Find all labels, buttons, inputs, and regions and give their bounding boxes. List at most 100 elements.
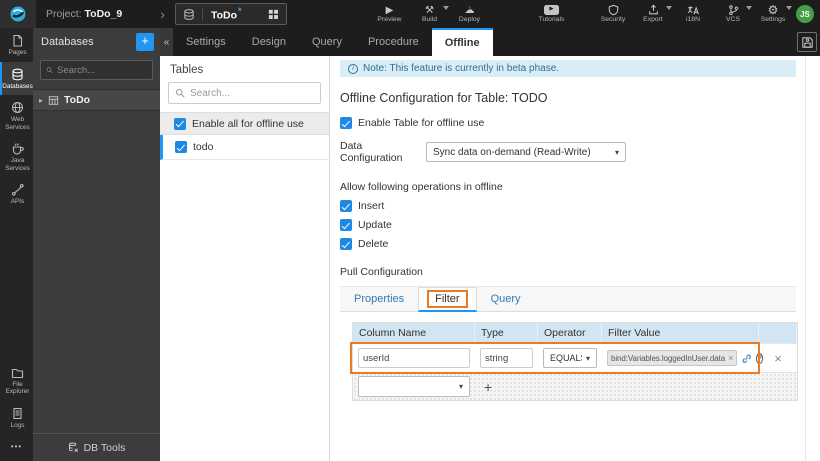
enable-all-checkbox[interactable] (174, 117, 186, 130)
sidebar-item-web-services[interactable]: Web Services (0, 95, 33, 136)
pages-document-icon (13, 34, 23, 47)
vcs-button[interactable]: VCS (718, 0, 752, 28)
tables-panel: Tables Enable all for offline use todo (160, 56, 330, 461)
sidebar-item-file-explorer[interactable]: File Explorer (0, 360, 33, 401)
modified-indicator: * (237, 6, 242, 17)
delete-row-button[interactable]: × (774, 351, 782, 366)
sidebar-more-button[interactable]: ••• (0, 434, 33, 461)
java-services-coffee-icon (12, 143, 24, 155)
operations-section-label: Allow following operations in offline (340, 181, 503, 193)
sidebar-item-logs[interactable]: Logs (0, 401, 33, 435)
search-icon (175, 88, 185, 98)
chevron-down-icon (442, 6, 449, 10)
header-actions (759, 323, 797, 343)
tab-query-pull[interactable]: Query (477, 287, 535, 311)
collapse-panel-button[interactable]: « (160, 28, 173, 56)
annotation-filter-tab: Filter (427, 290, 468, 308)
user-avatar[interactable]: JS (796, 5, 814, 23)
info-icon: i (348, 63, 358, 74)
tutorials-button[interactable]: ▶ Tutorials (537, 0, 567, 28)
pull-config-tabs: Properties Filter Query (340, 286, 796, 312)
tab-query[interactable]: Query (299, 28, 355, 56)
tab-settings[interactable]: Settings (173, 28, 239, 56)
bind-link-icon[interactable] (741, 353, 752, 364)
filter-value-chip[interactable]: bind:Variables.loggedInUser.data × (607, 350, 738, 366)
db-tools-button[interactable]: DB Tools (33, 433, 160, 461)
databases-icon (12, 68, 23, 80)
file-explorer-folder-icon (11, 368, 24, 378)
tab-design[interactable]: Design (239, 28, 299, 56)
app-grid-icon[interactable] (268, 9, 279, 20)
databases-search[interactable] (40, 60, 153, 80)
add-filter-button[interactable]: + (484, 379, 492, 395)
settings-button[interactable]: ⚙ Settings (758, 0, 792, 28)
tree-expand-caret-icon[interactable]: ▸ (39, 96, 43, 105)
insert-operation-row: Insert (340, 200, 796, 212)
pull-configuration-label: Pull Configuration (340, 266, 423, 278)
operator-select[interactable]: EQUALS ▾ (543, 348, 597, 368)
i18n-button[interactable]: i18N (678, 0, 708, 28)
tab-offline[interactable]: Offline (431, 28, 493, 56)
preview-play-icon: ▶ (385, 4, 394, 16)
filter-table-header: Column Name Type Operator Filter Value (353, 323, 797, 343)
databases-panel-title: Databases (41, 36, 94, 48)
table-icon (48, 95, 59, 105)
update-checkbox[interactable] (340, 219, 352, 231)
app-selector[interactable]: ToDo* (174, 3, 287, 25)
sidebar-item-databases[interactable]: Databases (0, 61, 33, 95)
export-button[interactable]: Export (638, 0, 672, 28)
tab-properties[interactable]: Properties (340, 287, 418, 311)
editor-tab-bar: « Settings Design Query Procedure Offlin… (160, 28, 820, 56)
column-name-input[interactable] (358, 348, 470, 368)
chip-remove-icon[interactable]: × (728, 353, 733, 363)
left-icon-sidebar: Pages Databases Web Services Java Servic… (0, 28, 33, 461)
add-database-button[interactable]: + (136, 33, 154, 51)
offline-config-main: i Note: This feature is currently in bet… (330, 56, 820, 461)
type-input[interactable] (480, 348, 533, 368)
tables-search[interactable] (168, 82, 321, 104)
delete-checkbox[interactable] (340, 238, 352, 250)
web-services-globe-icon (12, 102, 23, 113)
app-logo[interactable] (0, 0, 36, 28)
enable-table-checkbox[interactable] (340, 117, 352, 129)
sidebar-item-pages[interactable]: Pages (0, 28, 33, 62)
beta-note-banner: i Note: This feature is currently in bet… (340, 60, 796, 77)
chevron-down-icon: ▾ (458, 382, 463, 391)
filter-add-row: ▾ + (353, 372, 797, 400)
page-title: Offline Configuration for Table: TODO (340, 91, 548, 105)
save-floppy-icon (801, 36, 813, 48)
todo-table-checkbox[interactable] (175, 141, 187, 153)
data-configuration-label: Data Configuration (340, 140, 403, 164)
add-column-select[interactable]: ▾ (358, 376, 470, 397)
table-row-todo[interactable]: todo (160, 135, 329, 160)
sidebar-item-apis[interactable]: APIs (0, 177, 33, 211)
project-label: Project: ToDo_9 (46, 8, 123, 20)
database-icon (183, 7, 203, 21)
tab-filter[interactable]: Filter (418, 287, 477, 312)
export-icon (648, 4, 659, 16)
header-column-name: Column Name (353, 323, 475, 343)
data-configuration-row: Data Configuration Sync data on-demand (… (340, 140, 796, 164)
tables-panel-title: Tables (170, 64, 204, 76)
enable-all-offline-row[interactable]: Enable all for offline use (160, 112, 329, 135)
insert-checkbox[interactable] (340, 200, 352, 212)
tab-procedure[interactable]: Procedure (355, 28, 432, 56)
security-button[interactable]: Security (598, 0, 628, 28)
databases-search-input[interactable] (57, 64, 147, 76)
wavemaker-logo-icon (10, 6, 26, 22)
build-button[interactable]: ⚒ Build (415, 0, 449, 28)
deploy-button[interactable]: ☁ ↑ Deploy (455, 0, 485, 28)
tutorials-video-icon: ▶ (544, 4, 559, 16)
preview-button[interactable]: ▶ Preview (375, 0, 405, 28)
save-button[interactable] (797, 32, 817, 52)
tables-search-input[interactable] (190, 87, 300, 99)
update-operation-row: Update (340, 219, 796, 231)
chevron-down-icon (666, 6, 672, 10)
sidebar-item-java-services[interactable]: Java Services (0, 136, 33, 177)
search-icon (46, 67, 53, 74)
apis-connector-icon (11, 183, 24, 196)
breadcrumb-chevron-icon: › (160, 6, 165, 22)
data-configuration-select[interactable]: Sync data on-demand (Read-Write) ▾ (426, 142, 626, 162)
security-shield-icon (608, 4, 619, 16)
database-tree-item-todo[interactable]: ▸ ToDo (33, 89, 160, 111)
